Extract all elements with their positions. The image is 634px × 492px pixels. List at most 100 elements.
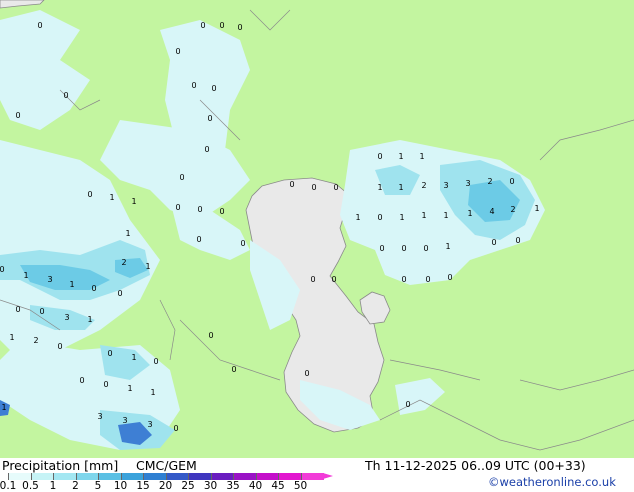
scale-label-10: 35: [226, 480, 240, 492]
precip-value-80: 1: [1, 403, 6, 412]
precip-value-71: 1: [131, 353, 136, 362]
credit-link[interactable]: ©weatheronline.co.uk: [488, 475, 616, 489]
precip-value-82: 3: [122, 416, 127, 425]
scale-label-4: 5: [94, 480, 102, 492]
scale-swatch-8: [188, 473, 212, 480]
precip-value-68: 0: [57, 342, 62, 351]
precip-value-48: 0: [515, 236, 520, 245]
precip-value-6: 0: [191, 81, 196, 90]
model-name: CMC/GEM: [136, 458, 197, 473]
precip-value-24: 0: [509, 177, 514, 186]
precip-value-76: 0: [103, 380, 108, 389]
scale-swatch-1: [30, 473, 54, 480]
precip-value-38: 2: [510, 205, 515, 214]
precip-value-70: 0: [107, 349, 112, 358]
scale-swatch-13: [300, 473, 324, 480]
precip-value-10: 0: [204, 145, 209, 154]
precip-value-19: 1: [398, 183, 403, 192]
scale-arrow: [323, 473, 333, 479]
precip-value-32: 0: [377, 213, 382, 222]
precip-value-44: 0: [401, 244, 406, 253]
scale-swatch-6: [143, 473, 167, 480]
precip-value-42: 0: [240, 239, 245, 248]
scale-swatch-3: [75, 473, 99, 480]
scale-label-12: 45: [271, 480, 285, 492]
scale-swatch-10: [233, 473, 257, 480]
precip-value-33: 1: [399, 213, 404, 222]
scale-swatch-7: [165, 473, 189, 480]
precip-value-54: 2: [121, 258, 126, 267]
footer-bar: Precipitation [mm] CMC/GEM Th 11-12-2025…: [0, 458, 634, 492]
scale-swatch-11: [255, 473, 279, 480]
precip-value-16: 0: [311, 183, 316, 192]
precip-value-41: 0: [196, 235, 201, 244]
precip-value-18: 1: [377, 183, 382, 192]
precip-value-78: 1: [150, 388, 155, 397]
scale-swatch-0: [8, 473, 32, 480]
scale-label-11: 40: [248, 480, 263, 492]
precip-value-26: 1: [109, 193, 114, 202]
precip-value-37: 4: [489, 207, 494, 216]
scale-label-5: 10: [113, 480, 128, 492]
precip-value-1: 0: [200, 21, 205, 30]
precip-value-77: 1: [127, 384, 132, 393]
precip-value-20: 2: [421, 181, 426, 190]
scale-label-2: 1: [49, 480, 57, 492]
precip-value-30: 0: [219, 207, 224, 216]
precip-value-14: 1: [419, 152, 424, 161]
forecast-datetime: Th 11-12-2025 06..09 UTC (00+33): [365, 458, 586, 473]
precipitation-map: 0 0 0 0 0 0 0 0 0 0 0 0 0 1 1 0 0 0 1 1 2 3 3 2 0 0 1 1 0 0 0 1 0 1 1 1 1 4 2 1…: [0, 0, 634, 458]
precip-value-53: 0: [91, 284, 96, 293]
precip-value-74: 0: [304, 369, 309, 378]
precip-value-63: 0: [39, 307, 44, 316]
precip-value-4: 0: [175, 47, 180, 56]
precip-value-58: 0: [331, 275, 336, 284]
scale-swatch-4: [98, 473, 122, 480]
precip-value-11: 0: [179, 173, 184, 182]
precip-value-49: 0: [0, 265, 5, 274]
precip-value-36: 1: [467, 209, 472, 218]
precip-value-27: 1: [131, 197, 136, 206]
precip-value-83: 3: [147, 420, 152, 429]
precip-value-59: 0: [401, 275, 406, 284]
precip-value-2: 0: [219, 21, 224, 30]
precip-value-29: 0: [197, 205, 202, 214]
precip-value-31: 1: [355, 213, 360, 222]
precip-value-84: 0: [173, 424, 178, 433]
map-title: Precipitation [mm]: [2, 458, 119, 473]
precip-value-8: 0: [15, 111, 20, 120]
precip-value-35: 1: [443, 211, 448, 220]
scale-label-13: 50: [293, 480, 308, 492]
precip-value-46: 1: [445, 242, 450, 251]
precip-value-75: 0: [79, 376, 84, 385]
scale-label-6: 15: [136, 480, 150, 492]
precip-value-0: 0: [37, 21, 42, 30]
precip-value-5: 0: [63, 91, 68, 100]
precip-value-66: 1: [9, 333, 14, 342]
precip-value-56: 0: [117, 289, 122, 298]
scale-swatch-5: [120, 473, 144, 480]
precip-value-69: 0: [208, 331, 213, 340]
precip-value-47: 0: [491, 238, 496, 247]
precip-value-25: 0: [87, 190, 92, 199]
precip-value-45: 0: [423, 244, 428, 253]
precip-value-23: 2: [487, 177, 492, 186]
scale-swatch-2: [53, 473, 77, 480]
precip-value-13: 1: [398, 152, 403, 161]
precip-value-64: 3: [64, 313, 69, 322]
precip-value-81: 3: [97, 412, 102, 421]
precip-value-43: 0: [379, 244, 384, 253]
precip-value-61: 0: [447, 273, 452, 282]
precip-value-79: 0: [405, 400, 410, 409]
precip-value-55: 1: [145, 262, 150, 271]
precip-value-73: 0: [231, 365, 236, 374]
scale-label-0: 0.1: [0, 480, 17, 492]
precip-value-51: 3: [47, 275, 52, 284]
scale-label-3: 2: [72, 480, 79, 492]
precip-value-57: 0: [310, 275, 315, 284]
scale-label-8: 25: [181, 480, 195, 492]
precip-value-34: 1: [421, 211, 426, 220]
precip-value-7: 0: [211, 84, 216, 93]
precip-value-17: 0: [333, 183, 338, 192]
precip-value-50: 1: [23, 271, 28, 280]
